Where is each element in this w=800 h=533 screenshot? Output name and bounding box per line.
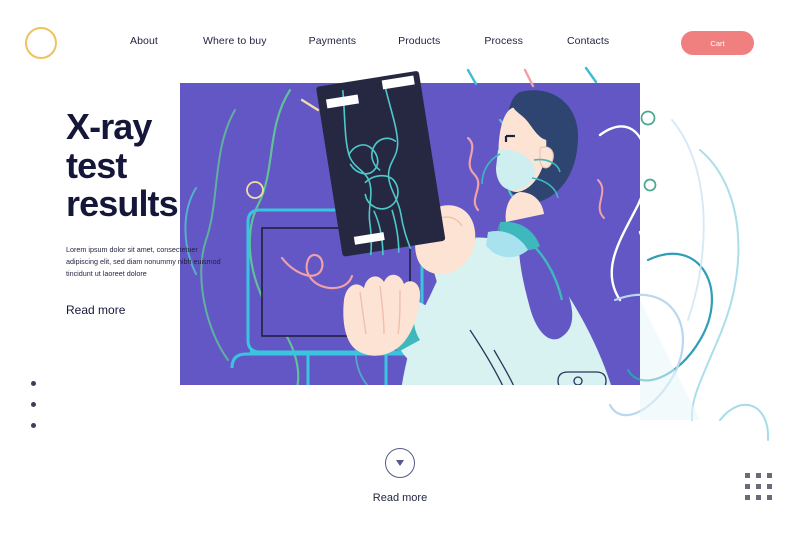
- nav-item-contacts[interactable]: Contacts: [567, 35, 609, 47]
- landing-page: About Where to buy Payments Products Pro…: [0, 0, 800, 533]
- nav-item-where-to-buy[interactable]: Where to buy: [203, 35, 267, 47]
- headline-line-1: X-ray: [66, 106, 152, 147]
- purple-panel: [180, 83, 640, 385]
- decorative-squiggles: [466, 118, 605, 219]
- doctor-holding-hand: [415, 205, 476, 275]
- slide-dot-2[interactable]: [31, 402, 36, 407]
- cart-button[interactable]: Cart: [681, 31, 754, 55]
- site-header: About Where to buy Payments Products Pro…: [0, 0, 800, 85]
- slide-dot-3[interactable]: [31, 423, 36, 428]
- grid-dot: [767, 484, 772, 489]
- grid-dot: [756, 484, 761, 489]
- chevron-down-icon: [396, 460, 404, 466]
- nav-item-products[interactable]: Products: [398, 35, 440, 47]
- doctor-open-hand: [343, 274, 420, 356]
- doctor-head: [481, 90, 578, 222]
- nav-item-payments[interactable]: Payments: [309, 35, 357, 47]
- screen-squiggle: [280, 253, 354, 290]
- grid-dot: [745, 495, 750, 500]
- xray-tape-marker: [325, 94, 360, 109]
- nav-item-process[interactable]: Process: [484, 35, 523, 47]
- hero-paragraph: Lorem ipsum dolor sit amet, consectetuer…: [66, 244, 221, 279]
- hero-read-more-link[interactable]: Read more: [66, 303, 125, 317]
- xray-tape-marker: [353, 232, 385, 245]
- doctor-figure: [390, 221, 611, 385]
- grid-dot: [756, 495, 761, 500]
- page-title: X-ray test results: [66, 106, 241, 225]
- slide-dot-1[interactable]: [31, 381, 36, 386]
- grid-dot: [745, 473, 750, 478]
- slide-indicator-dots: [31, 381, 36, 428]
- monitor-illustration: [230, 208, 440, 385]
- grid-dot: [767, 495, 772, 500]
- decorative-lines-right: [466, 66, 770, 441]
- headline-line-2: test: [66, 144, 127, 186]
- grid-dot: [756, 473, 761, 478]
- coat-badge: [557, 371, 607, 385]
- scroll-down-cta: Read more: [0, 448, 800, 504]
- xray-film: [316, 71, 446, 257]
- dot-grid-icon[interactable]: [745, 473, 772, 500]
- scroll-down-button[interactable]: [385, 448, 415, 478]
- logo-circle-icon[interactable]: [25, 27, 57, 59]
- grid-dot: [745, 484, 750, 489]
- footer-read-more-label[interactable]: Read more: [373, 492, 427, 504]
- nav-item-about[interactable]: About: [130, 35, 158, 47]
- headline-line-3: results: [66, 183, 179, 225]
- grid-dot: [767, 473, 772, 478]
- light-beam: [640, 300, 700, 420]
- hero-text-block: X-ray test results Lorem ipsum dolor sit…: [66, 106, 241, 319]
- main-navigation: About Where to buy Payments Products Pro…: [130, 35, 609, 47]
